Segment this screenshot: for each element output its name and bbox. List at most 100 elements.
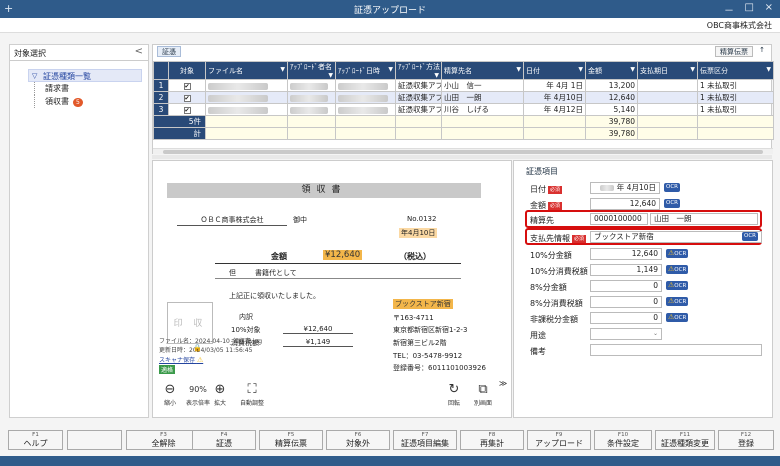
col-pay-date[interactable]: 支払期日 ▼ [637, 61, 698, 80]
tax10-consumption-input[interactable]: 1,149 [590, 264, 662, 276]
settle-code-input[interactable]: 0000100000 [590, 213, 648, 225]
row-checkbox[interactable]: ✔ [183, 107, 191, 114]
maximize-icon[interactable]: □ [745, 2, 754, 13]
preview-toolbar: ⊖ 縮小 90% 表示倍率 ⊕ 拡大 ⛶ 自動調整 ↻ 回転 ⧉ 別画面 ≫ [153, 379, 513, 419]
receipt-address1: 東京都新宿区新宿1-2-3 [393, 326, 468, 334]
row-checkbox[interactable]: ✔ [183, 83, 191, 90]
receipt-title: 領収書 [167, 183, 481, 198]
blurred-filename [208, 94, 268, 102]
total-row: 計 39,780 [153, 127, 774, 140]
pane-splitter[interactable] [152, 155, 772, 159]
f4-document-button[interactable]: F4 証憑 [192, 430, 256, 450]
f5-settle-slip-button[interactable]: F5 精算伝票 [259, 430, 323, 450]
lock-icon: 🔒 [193, 344, 202, 352]
receipt-address2: 新宿第三ビル2階 [393, 339, 447, 347]
other-window-button[interactable]: ⧉ 別画面 [471, 382, 495, 407]
settle-slip-button[interactable]: 精算伝票 [715, 46, 753, 57]
sidebar-header: 対象選択 < [10, 45, 148, 61]
tax8-consumption-row: 8%分消費税額 0 ⚠OCR [530, 296, 689, 308]
table-row[interactable]: 3 ✔ 証憑収集アプリ 川谷 しげる 年 4月12日 5,140 1 未払取引 [153, 103, 774, 116]
f2-button[interactable] [67, 430, 122, 450]
minimize-icon[interactable]: － [724, 2, 734, 17]
app-window: + 証憑アップロード － □ × OBC商事株式会社 対象選択 < ▽ 証憑種類一… [0, 0, 780, 466]
payee-input[interactable]: ブックストア新宿 [590, 231, 762, 243]
receipt-consumption-amount: ¥1,149 [283, 338, 353, 347]
amount-input[interactable]: 12,640 [590, 198, 660, 210]
receipt-tax10-label: 10%対象 [231, 326, 261, 334]
table-row[interactable]: 1 ✔ 証憑収集アプリ 小山 信一 年 4月 1日 13,200 1 未払取引 [153, 79, 774, 92]
col-filename[interactable]: ファイル名 ▼ [205, 61, 288, 80]
ocr-badge: OCR [664, 183, 680, 192]
rotate-icon: ↻ [448, 382, 460, 397]
horizontal-scrollbar[interactable] [153, 148, 773, 154]
f7-edit-fields-button[interactable]: F7 証憑項目編集 [393, 430, 457, 450]
scrollbar-thumb[interactable] [163, 150, 763, 154]
ocr-badge: ⚠OCR [666, 281, 689, 290]
warning-icon: ⚠ [196, 356, 204, 364]
receipt-amount-label: 金額 [271, 252, 287, 261]
document-grid-panel: 証憑 精算伝票 ↑ 対象 ファイル名 ▼ ｱｯﾌﾟﾛｰﾄﾞ者名 ▼ ｱｯﾌﾟﾛｰﾄﾞ… [152, 44, 774, 154]
more-icon[interactable]: ≫ [497, 379, 509, 388]
f11-change-type-button[interactable]: F11 証憑種類変更 [655, 430, 715, 450]
ocr-badge: ⚠OCR [666, 297, 689, 306]
shrink-button[interactable]: ⊖ 縮小 [161, 382, 179, 407]
blurred-filename [208, 82, 268, 90]
f12-register-button[interactable]: F12 登録 [718, 430, 774, 450]
company-bar: OBC商事株式会社 [0, 18, 780, 33]
note-input[interactable] [590, 344, 762, 356]
receipt-tax-included: （税込） [399, 252, 431, 261]
document-table: 対象 ファイル名 ▼ ｱｯﾌﾟﾛｰﾄﾞ者名 ▼ ｱｯﾌﾟﾛｰﾄﾞ日時 ▼ ｱｯﾌﾟﾛｰ… [153, 61, 774, 140]
close-icon[interactable]: × [765, 2, 773, 13]
col-uploader[interactable]: ｱｯﾌﾟﾛｰﾄﾞ者名 ▼ [287, 61, 336, 80]
tax8-amount-row: 8%分金額 0 ⚠OCR [530, 280, 689, 292]
zoom-level: 90% 表示倍率 [185, 385, 210, 407]
date-input[interactable]: 年 4月10日 [590, 182, 660, 194]
blurred-uploader [290, 94, 328, 102]
col-date[interactable]: 日付 ▼ [523, 61, 586, 80]
f8-recalc-button[interactable]: F8 再集計 [460, 430, 524, 450]
ocr-badge: OCR [742, 232, 758, 241]
blurred-uploader [290, 106, 328, 114]
col-upload-method[interactable]: ｱｯﾌﾟﾛｰﾄﾞ方法 ▼ [395, 61, 442, 80]
f6-exclude-button[interactable]: F6 対象外 [326, 430, 390, 450]
col-target[interactable]: 対象 [168, 61, 206, 80]
enlarge-button[interactable]: ⊕ 拡大 [211, 382, 229, 407]
tree-item-receipt[interactable]: 領収書 5 [34, 95, 142, 108]
table-row[interactable]: 2 ✔ 証憑収集アプリ 山田 一朗 年 4月10日 12,640 1 未払取引 [153, 91, 774, 104]
tree-item-invoice[interactable]: 請求書 [34, 82, 142, 95]
rotate-button[interactable]: ↻ 回転 [445, 382, 463, 407]
tax8-consumption-input[interactable]: 0 [590, 296, 662, 308]
receipt-number: No.0132 [407, 215, 437, 223]
chevron-down-icon: ⌄ [652, 330, 658, 337]
f10-conditions-button[interactable]: F10 条件設定 [594, 430, 652, 450]
col-upload-date[interactable]: ｱｯﾌﾟﾛｰﾄﾞ日時 ▼ [335, 61, 396, 80]
tax10-consumption-row: 10%分消費税額 1,149 ⚠OCR [530, 264, 689, 276]
receipt-amount: ¥12,640 [323, 250, 363, 260]
collapse-icon[interactable]: < [135, 46, 143, 57]
blurred-upload-date [338, 106, 388, 114]
nontax-amount-input[interactable]: 0 [590, 312, 662, 324]
f9-upload-button[interactable]: F9 アップロード [527, 430, 591, 450]
fields-header: 証憑項目 [526, 167, 558, 176]
tax8-amount-input[interactable]: 0 [590, 280, 662, 292]
f3-clear-all-button[interactable]: F3 全解除 [126, 430, 201, 450]
qualified-badge: 適格 [159, 365, 176, 374]
tree-node-all-types[interactable]: ▽ 証憑種類一覧 [28, 69, 142, 82]
count-row: 5件 39,780 [153, 115, 774, 128]
col-amount[interactable]: 金額 ▼ [585, 61, 638, 80]
fit-icon: ⛶ [247, 382, 257, 397]
amount-underline [215, 263, 461, 264]
auto-fit-button[interactable]: ⛶ 自動調整 [237, 382, 267, 407]
pin-icon[interactable]: ↑ [755, 46, 769, 57]
col-payee[interactable]: 精算先名 ▼ [441, 61, 524, 80]
zoom-in-icon: ⊕ [214, 382, 226, 397]
tab-documents[interactable]: 証憑 [157, 46, 181, 57]
tax10-amount-input[interactable]: 12,640 [590, 248, 662, 260]
col-slip-type[interactable]: 伝票区分 ▼ [697, 61, 774, 80]
use-select[interactable]: ⌄ [590, 328, 662, 340]
f1-help-button[interactable]: F1 ヘルプ [8, 430, 63, 450]
scanner-save-link[interactable]: スキャナ保存 ⚠ [159, 355, 203, 364]
status-bar [0, 456, 780, 466]
row-checkbox[interactable]: ✔ [183, 95, 191, 102]
ocr-badge: ⚠OCR [666, 249, 689, 258]
